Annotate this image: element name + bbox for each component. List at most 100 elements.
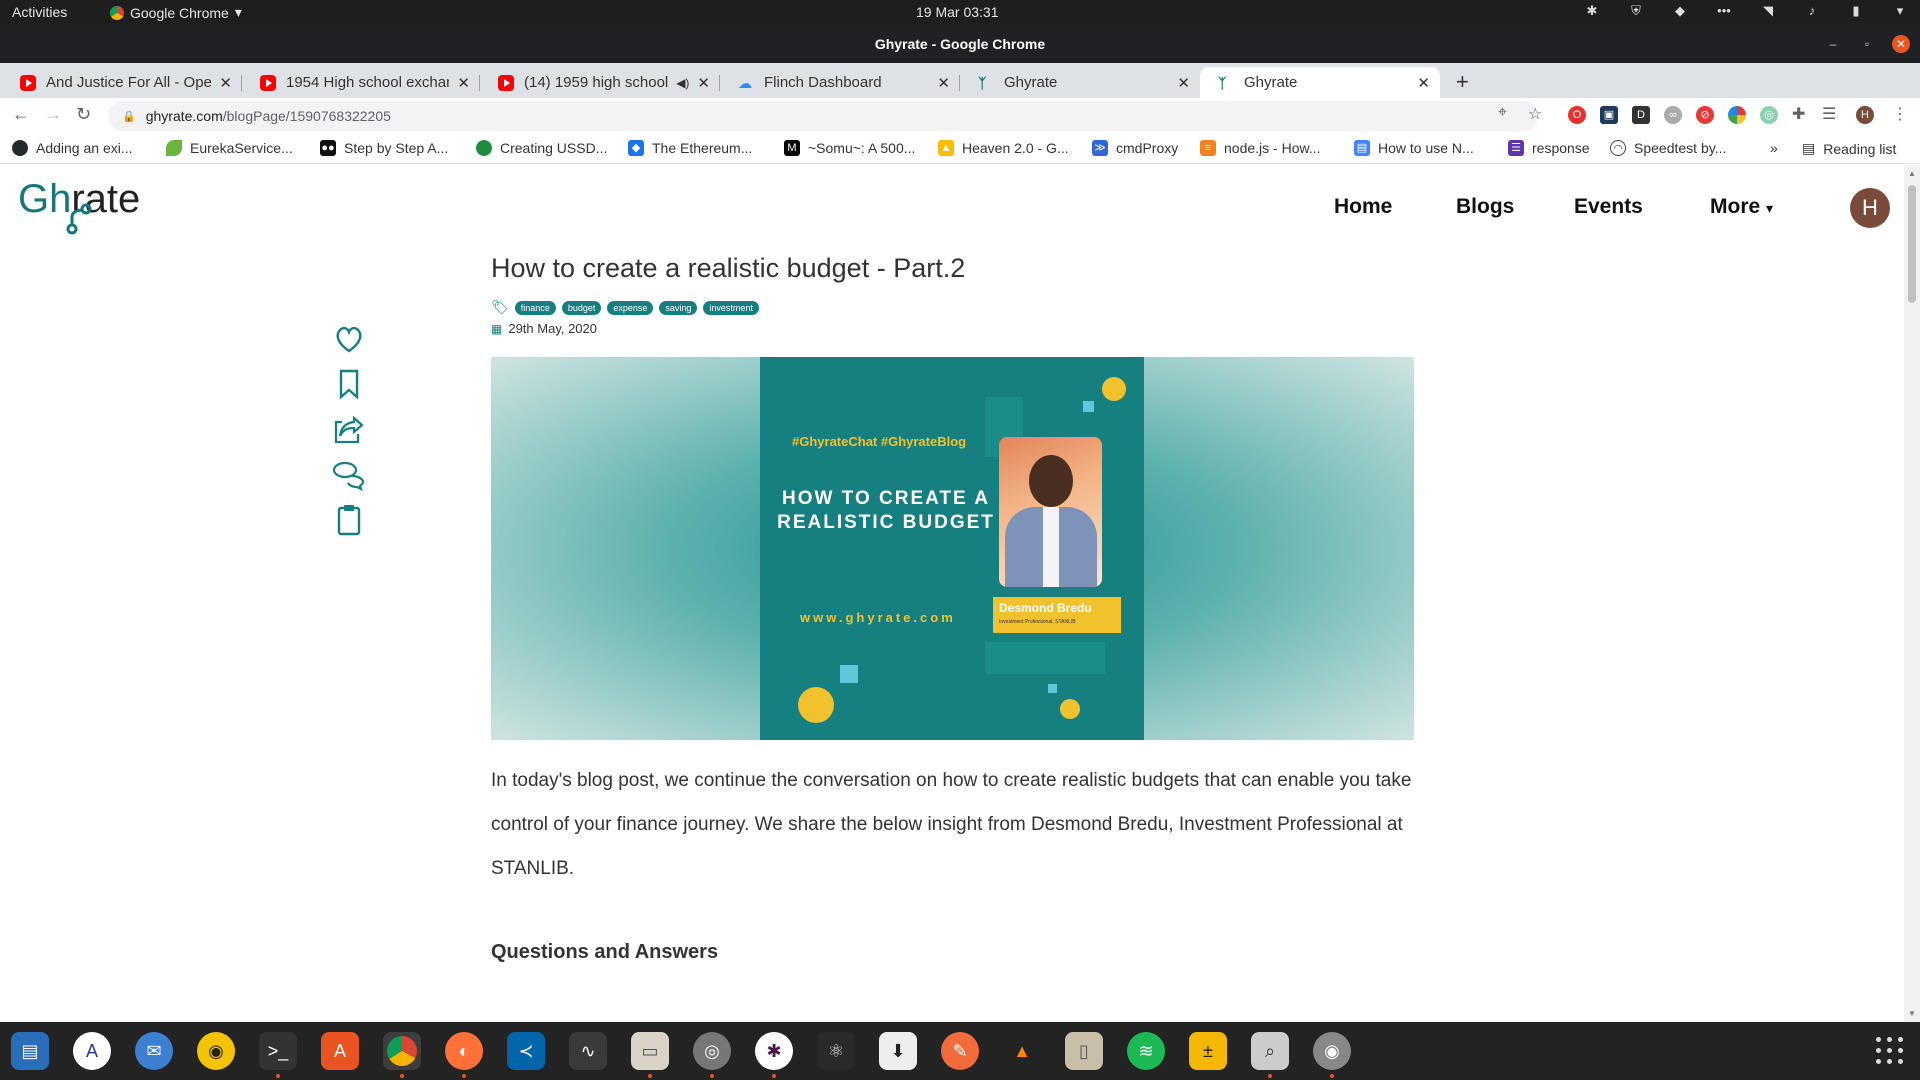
scroll-down-icon[interactable]: ▼ [1908,1009,1916,1018]
ghyrate-logo[interactable]: Ghrate [18,177,140,235]
heart-icon[interactable] [330,320,368,358]
volume-icon[interactable]: ♪ [1804,3,1820,19]
opera-extension-icon[interactable]: O [1568,106,1586,124]
clock[interactable]: 19 Mar 03:31 [916,4,999,20]
vlc-icon[interactable]: ▲ [1003,1032,1041,1070]
tag-expense[interactable]: expense [607,300,654,315]
location-pin-icon[interactable]: ⌖ [1498,104,1507,122]
bookmark-item[interactable]: ≡ node.js - How... [1200,140,1321,156]
bookmark-item[interactable]: ◆ The Ethereum... [628,140,752,156]
vscode-icon[interactable]: ≺ [507,1032,545,1070]
files-icon[interactable]: ▭ [631,1032,669,1078]
back-arrow-icon[interactable]: ← [12,104,30,125]
clipboard-icon[interactable] [330,500,368,538]
disc-icon[interactable]: ◉ [1313,1032,1351,1078]
address-bar[interactable]: 🔒 ghyrate.com/blogPage/1590768322205 [108,101,1538,131]
wifi-icon[interactable]: ◥ [1760,3,1776,19]
more-tray-icon[interactable]: ••• [1716,3,1732,19]
new-tab-button[interactable]: + [1456,69,1469,95]
tab-1[interactable]: 1954 High school exchang ✕ [242,67,480,98]
tag-finance[interactable]: finance [514,300,556,315]
disk-icon[interactable]: ◎ [693,1032,731,1078]
bookmark-icon[interactable] [330,365,368,403]
postman-icon[interactable]: ✎ [941,1032,979,1070]
tab-5-active[interactable]: ᛉ Ghyrate ✕ [1200,67,1440,98]
shield-tray-icon[interactable]: ⛨ [1628,3,1644,19]
reading-list-button[interactable]: ▤ Reading list [1802,140,1896,157]
bookmark-item[interactable]: Adding an exi... [12,140,133,156]
power-menu-icon[interactable]: ▾ [1892,3,1908,19]
minimize-button[interactable]: – [1824,35,1842,53]
bookmark-item[interactable]: M ~Somu~: A 500... [784,140,915,156]
bookmark-item[interactable]: ▤ How to use N... [1354,140,1474,156]
user-avatar[interactable]: H [1850,188,1890,228]
tag-saving[interactable]: saving [659,300,698,315]
close-tab-icon[interactable]: ✕ [697,74,710,92]
adblock-extension-icon[interactable]: ⊘ [1696,106,1714,124]
close-window-button[interactable]: ✕ [1892,35,1910,53]
slack-tray-icon[interactable]: ✱ [1584,3,1600,19]
reload-icon[interactable]: ↻ [76,104,91,125]
maximize-button[interactable]: ▫ [1858,35,1876,53]
scroll-up-icon[interactable]: ▲ [1908,169,1916,178]
thunderbird-icon[interactable]: ✉ [135,1032,173,1070]
tab-0[interactable]: And Justice For All - Open ✕ [2,67,242,98]
tag-budget[interactable]: budget [561,300,602,315]
close-tab-icon[interactable]: ✕ [937,74,950,92]
extensions-puzzle-icon[interactable]: ✚ [1792,104,1805,124]
screenshot-icon[interactable]: ⌕ [1251,1032,1289,1078]
profile-avatar-icon[interactable]: H [1856,106,1874,124]
scrollbar-thumb[interactable] [1908,185,1916,303]
bookmark-item[interactable]: ◠ Speedtest by... [1610,140,1726,156]
rhythmbox-icon[interactable]: ◉ [197,1032,235,1070]
software-center-icon[interactable]: A [321,1032,359,1070]
battery-icon[interactable]: ▮ [1848,3,1864,19]
extension-icon[interactable]: ◎ [1760,106,1778,124]
page-scrollbar[interactable]: ▲ ▼ [1904,165,1920,1022]
bookmark-item[interactable]: EurekaService... [166,140,293,156]
atom-icon[interactable]: ⚛ [817,1032,855,1070]
speaker-icon[interactable]: ◀) [676,76,689,90]
close-tab-icon[interactable]: ✕ [1177,74,1190,92]
app-menu[interactable]: Google Chrome ▾ [110,4,242,21]
extension-icon[interactable]: ∞ [1664,106,1682,124]
show-applications-icon[interactable] [1876,1037,1904,1065]
extension-icon[interactable]: ▣ [1600,106,1618,124]
download-icon[interactable]: ⬇ [879,1032,917,1070]
close-tab-icon[interactable]: ✕ [457,74,470,92]
system-tray[interactable]: ✱ ⛨ ◆ ••• ◥ ♪ ▮ ▾ [1584,3,1908,19]
bookmark-item[interactable]: Creating USSD... [476,140,607,156]
activities-button[interactable]: Activities [12,4,67,20]
bookmark-star-icon[interactable]: ☆ [1528,104,1542,124]
lock-icon[interactable]: 🔒 [122,110,136,123]
spotify-icon[interactable]: ≋ [1127,1032,1165,1070]
bookmark-item[interactable]: ≫ cmdProxy [1092,140,1178,156]
libreoffice-writer-icon[interactable]: ▤ [11,1032,49,1070]
slack-icon[interactable]: ✱ [755,1032,793,1078]
archive-icon[interactable]: ▯ [1065,1032,1103,1070]
share-icon[interactable] [330,410,368,448]
system-monitor-icon[interactable]: ∿ [569,1032,607,1070]
bookmark-item[interactable]: ●● Step by Step A... [320,140,448,156]
calculator-icon[interactable]: ± [1189,1032,1227,1070]
nav-more[interactable]: More ▾ [1710,195,1773,219]
color-extension-icon[interactable] [1728,106,1746,124]
nav-blogs[interactable]: Blogs [1456,195,1514,219]
media-control-icon[interactable]: ☰ [1822,104,1836,124]
close-tab-icon[interactable]: ✕ [219,74,232,92]
terminal-icon[interactable]: >_ [259,1032,297,1078]
nav-events[interactable]: Events [1574,195,1643,219]
extension-icon[interactable]: D [1632,106,1650,124]
comments-icon[interactable] [330,455,368,493]
bookmark-item[interactable]: ▲ Heaven 2.0 - G... [938,140,1069,156]
bookmarks-overflow-button[interactable]: » [1770,140,1778,156]
bookmark-item[interactable]: ☰ response [1508,140,1590,156]
nav-home[interactable]: Home [1334,195,1392,219]
chrome-dock-icon[interactable] [383,1032,421,1078]
firefox-icon[interactable]: ◐ [445,1032,483,1078]
close-tab-icon[interactable]: ✕ [1417,74,1430,92]
dropbox-tray-icon[interactable]: ◆ [1672,3,1688,19]
tab-4[interactable]: ᛉ Ghyrate ✕ [960,67,1200,98]
forward-arrow-icon[interactable]: → [44,104,62,125]
tag-investment[interactable]: investment [703,300,759,315]
